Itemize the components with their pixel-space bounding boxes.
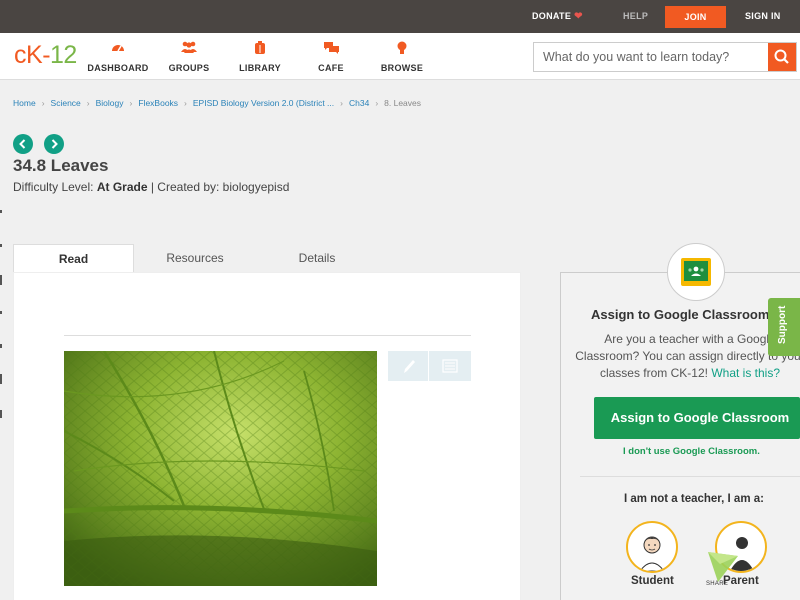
- student-role-button[interactable]: [626, 521, 678, 573]
- breadcrumb: Home › Science › Biology › FlexBooks › EPISD Bio…: [13, 98, 421, 108]
- notes-icon: [442, 359, 458, 373]
- search-input[interactable]: [534, 43, 769, 71]
- panel-title: Assign to Google Classroom: [591, 307, 770, 322]
- previous-lesson-button[interactable]: [13, 134, 33, 154]
- lesson-content: [13, 272, 521, 600]
- chevron-right-icon: ›: [86, 98, 90, 108]
- difficulty-label: Difficulty Level:: [13, 180, 94, 194]
- sign-in-link[interactable]: SIGN IN: [745, 0, 781, 33]
- ck12-logo[interactable]: cK-12: [14, 41, 77, 70]
- leaf-image: [64, 351, 377, 586]
- join-button[interactable]: JOIN: [665, 6, 726, 28]
- donate-link[interactable]: DONATE ❤: [532, 0, 583, 33]
- tab-resources[interactable]: Resources: [134, 244, 256, 273]
- logo-ck: cK: [14, 41, 43, 69]
- nav-groups-label: GROUPS: [168, 63, 210, 73]
- google-classroom-logo: [667, 243, 725, 301]
- notes-button[interactable]: [430, 351, 471, 381]
- logo-12: 12: [50, 41, 77, 69]
- edge-fragment: [0, 275, 2, 285]
- search-box: [533, 42, 797, 72]
- nav-dashboard-label: DASHBOARD: [87, 63, 149, 73]
- divider: [580, 476, 800, 477]
- groups-icon: [149, 41, 229, 57]
- page-title: 34.8 Leaves: [13, 156, 109, 175]
- edge-fragment: [0, 374, 2, 384]
- edge-fragment: [0, 344, 2, 348]
- student-label: Student: [631, 575, 674, 587]
- annotation-toolbar: [388, 351, 471, 381]
- breadcrumb-flexbooks[interactable]: FlexBooks: [138, 98, 178, 108]
- created-by: | Created by: biologyepisd: [150, 180, 290, 194]
- chevron-right-icon: [51, 139, 58, 149]
- breadcrumb-ch34[interactable]: Ch34: [349, 98, 369, 108]
- not-teacher-heading: I am not a teacher, I am a:: [624, 493, 764, 505]
- pencil-icon: [404, 360, 415, 373]
- support-tab[interactable]: Support: [768, 298, 800, 356]
- assign-to-google-classroom-button[interactable]: Assign to Google Classroom: [594, 397, 800, 439]
- chat-bubbles-icon: [291, 41, 371, 57]
- panel-description: Are you a teacher with a Google Classroo…: [575, 331, 800, 382]
- highlight-button[interactable]: [388, 351, 429, 381]
- nav-library[interactable]: LIBRARY: [220, 41, 300, 73]
- nav-browse[interactable]: BROWSE: [362, 41, 442, 73]
- no-google-classroom-link[interactable]: I don't use Google Classroom.: [623, 446, 760, 457]
- help-link[interactable]: HELP: [623, 0, 648, 33]
- chevron-right-icon: ›: [340, 98, 343, 108]
- nav-cafe[interactable]: CAFE: [291, 41, 371, 73]
- nav-cafe-label: CAFE: [318, 63, 344, 73]
- main-header: cK-12 DASHBOARD GROUPS LIBRARY CAFE BROW…: [0, 33, 800, 80]
- breadcrumb-home[interactable]: Home: [13, 98, 36, 108]
- breadcrumb-current: 8. Leaves: [384, 98, 422, 108]
- nav-library-label: LIBRARY: [239, 63, 281, 73]
- difficulty-value: At Grade: [96, 180, 148, 194]
- search-button[interactable]: [768, 43, 796, 71]
- nav-dashboard[interactable]: DASHBOARD: [78, 41, 158, 73]
- nav-browse-label: BROWSE: [380, 63, 424, 73]
- search-icon: [774, 49, 789, 64]
- share-label: SHARE: [706, 581, 729, 587]
- edge-fragment: [0, 210, 2, 213]
- chevron-right-icon: ›: [375, 98, 379, 108]
- tab-read[interactable]: Read: [13, 244, 134, 273]
- edge-fragment: [0, 244, 2, 247]
- edge-fragment: [0, 311, 2, 314]
- chevron-left-icon: [19, 139, 26, 149]
- chevron-right-icon: ›: [129, 98, 133, 108]
- classroom-icon: [681, 258, 711, 286]
- logo-dash: -: [42, 41, 51, 69]
- heart-icon: ❤: [574, 11, 583, 22]
- what-is-this-link[interactable]: What is this?: [711, 366, 780, 380]
- top-bar: DONATE ❤ HELP JOIN SIGN IN: [0, 0, 800, 33]
- chevron-right-icon: ›: [41, 98, 45, 108]
- lesson-meta: Difficulty Level: At Grade | Created by:…: [13, 180, 289, 194]
- tab-details[interactable]: Details: [256, 244, 378, 273]
- chevron-right-icon: ›: [184, 98, 187, 108]
- breadcrumb-biology[interactable]: Biology: [96, 98, 124, 108]
- lightbulb-icon: [362, 41, 442, 57]
- tab-bar: Read Resources Details: [13, 244, 521, 273]
- student-avatar-icon: [639, 536, 665, 571]
- dashboard-icon: [78, 41, 158, 57]
- support-label: Support: [777, 305, 788, 344]
- library-icon: [220, 41, 300, 57]
- nav-groups[interactable]: GROUPS: [149, 41, 229, 73]
- edge-fragment: [0, 410, 2, 418]
- donate-label: DONATE: [532, 11, 572, 21]
- breadcrumb-science[interactable]: Science: [51, 98, 81, 108]
- breadcrumb-episd[interactable]: EPISD Biology Version 2.0 (District ...: [193, 98, 334, 108]
- next-lesson-button[interactable]: [44, 134, 64, 154]
- divider: [64, 335, 471, 336]
